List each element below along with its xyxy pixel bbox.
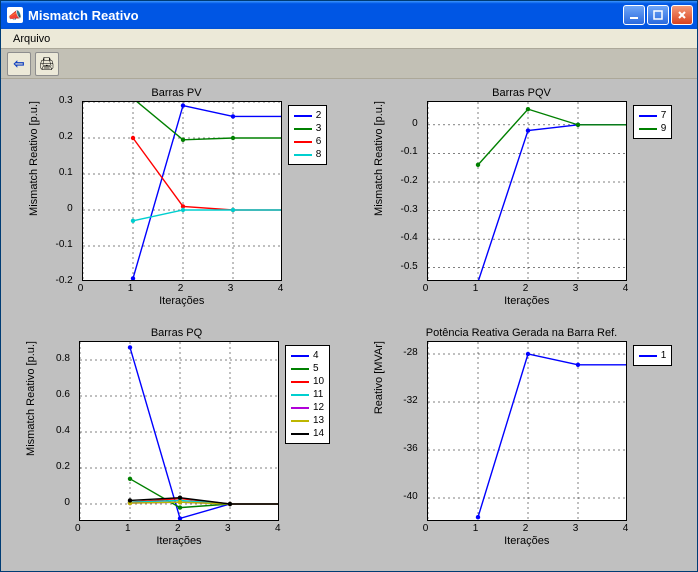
legend-label: 5 (313, 362, 319, 375)
plot-area[interactable] (427, 101, 627, 281)
menubar: Arquivo (1, 29, 697, 49)
legend-swatch (639, 128, 657, 130)
legend-label: 3 (316, 122, 322, 135)
legend-swatch (291, 394, 309, 396)
xticks: 01234 (82, 281, 282, 293)
series-4 (130, 347, 279, 518)
legend-label: 13 (313, 414, 324, 427)
legend-swatch (291, 355, 309, 357)
xlabel: Iterações (159, 295, 204, 307)
ylabel: Mismatch Reativo [p.u.] (23, 341, 39, 456)
legend-label: 7 (661, 109, 667, 122)
series-1 (478, 354, 627, 517)
series-7 (478, 125, 627, 281)
legend-swatch (291, 407, 309, 409)
legend-item: 5 (291, 362, 324, 375)
legend-item: 9 (639, 122, 667, 135)
chart-0: Barras PV Mismatch Reativo [p.u.] -0.2-0.1… (11, 87, 342, 321)
legend-item: 12 (291, 401, 324, 414)
chart-title: Barras PQ (151, 327, 202, 339)
back-button[interactable]: ⇦ (7, 52, 31, 76)
close-button[interactable] (671, 5, 693, 25)
legend-swatch (291, 420, 309, 422)
ylabel: Mismatch Reativo [p.u.] (26, 101, 42, 216)
yticks: -40-36-32-28 (393, 341, 421, 521)
series-2 (133, 106, 282, 279)
legend-label: 8 (316, 148, 322, 161)
xlabel: Iterações (504, 535, 549, 547)
xticks: 01234 (427, 521, 627, 533)
legend-swatch (291, 368, 309, 370)
chart-title: Barras PV (151, 87, 201, 99)
legend: 451011121314 (285, 345, 330, 444)
series-3 (133, 101, 282, 140)
window-controls (623, 5, 693, 25)
legend-swatch (294, 115, 312, 117)
legend: 79 (633, 105, 673, 139)
legend-swatch (291, 381, 309, 383)
xlabel: Iterações (504, 295, 549, 307)
yticks: -0.2-0.100.10.20.3 (48, 101, 76, 281)
legend-item: 4 (291, 349, 324, 362)
legend-label: 4 (313, 349, 319, 362)
ylabel: Reativo [MVAr] (371, 341, 387, 414)
chart-title: Barras PQV (492, 87, 551, 99)
app-window: 📣 Mismatch Reativo Arquivo ⇦ 🖨 Barras PV… (0, 0, 698, 572)
series-9 (478, 109, 627, 165)
ylabel: Mismatch Reativo [p.u.] (371, 101, 387, 216)
legend-item: 1 (639, 349, 667, 362)
legend-label: 11 (313, 388, 323, 401)
legend-item: 6 (294, 135, 322, 148)
chart-2: Barras PQ Mismatch Reativo [p.u.] 00.20.40… (11, 327, 342, 561)
legend-swatch (294, 154, 312, 156)
minimize-button[interactable] (623, 5, 645, 25)
titlebar: 📣 Mismatch Reativo (1, 1, 697, 29)
chart-3: Potência Reativa Gerada na Barra Ref. Rea… (356, 327, 687, 561)
legend-item: 2 (294, 109, 322, 122)
window-title: Mismatch Reativo (28, 8, 139, 23)
legend-label: 9 (661, 122, 667, 135)
xticks: 01234 (427, 281, 627, 293)
legend-label: 2 (316, 109, 322, 122)
legend-item: 8 (294, 148, 322, 161)
xticks: 01234 (79, 521, 279, 533)
legend-item: 13 (291, 414, 324, 427)
menu-file[interactable]: Arquivo (7, 31, 56, 47)
charts-grid: Barras PV Mismatch Reativo [p.u.] -0.2-0.1… (1, 79, 697, 571)
plot-area[interactable] (82, 101, 282, 281)
toolbar: ⇦ 🖨 (1, 49, 697, 79)
plot-area[interactable] (79, 341, 279, 521)
xlabel: Iterações (156, 535, 201, 547)
legend-swatch (639, 115, 657, 117)
legend-label: 14 (313, 427, 324, 440)
chart-1: Barras PQV Mismatch Reativo [p.u.] -0.5-0.… (356, 87, 687, 321)
series-8 (133, 210, 282, 221)
legend-item: 14 (291, 427, 324, 440)
legend-label: 6 (316, 135, 322, 148)
maximize-button[interactable] (647, 5, 669, 25)
legend-item: 7 (639, 109, 667, 122)
matlab-icon: 📣 (7, 7, 23, 23)
legend-label: 1 (661, 349, 667, 362)
legend: 1 (633, 345, 673, 366)
legend-label: 10 (313, 375, 324, 388)
legend-swatch (639, 355, 657, 357)
print-button[interactable]: 🖨 (35, 52, 59, 76)
chart-title: Potência Reativa Gerada na Barra Ref. (426, 327, 617, 339)
legend-label: 12 (313, 401, 324, 414)
legend-item: 11 (291, 388, 324, 401)
yticks: -0.5-0.4-0.3-0.2-0.10 (393, 101, 421, 281)
plot-area[interactable] (427, 341, 627, 521)
legend-swatch (294, 128, 312, 130)
legend-item: 10 (291, 375, 324, 388)
legend-item: 3 (294, 122, 322, 135)
legend-swatch (294, 141, 312, 143)
legend: 2368 (288, 105, 328, 165)
legend-swatch (291, 433, 309, 435)
yticks: 00.20.40.60.8 (45, 341, 73, 521)
